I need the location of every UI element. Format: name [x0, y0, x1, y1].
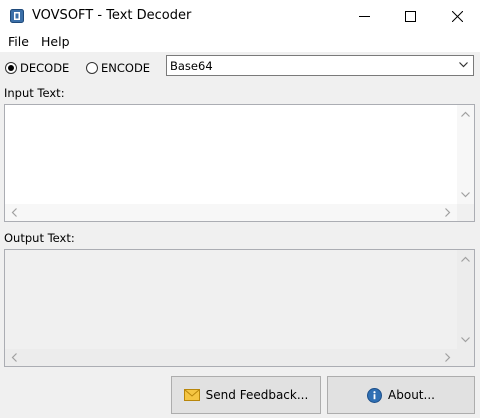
minimize-icon	[358, 15, 370, 17]
input-vertical-scrollbar[interactable]	[457, 105, 474, 204]
close-icon	[451, 10, 463, 22]
scroll-left-icon[interactable]	[11, 208, 17, 217]
scroll-corner	[457, 204, 474, 221]
scroll-up-icon[interactable]	[461, 111, 470, 117]
scroll-down-icon[interactable]	[461, 192, 470, 198]
menu-help[interactable]: Help	[39, 34, 72, 49]
scroll-left-icon[interactable]	[11, 353, 17, 362]
minimize-button[interactable]	[341, 0, 387, 32]
chevron-down-icon	[459, 62, 468, 68]
encode-radio[interactable]: ENCODE	[86, 60, 150, 76]
decode-radio-indicator[interactable]	[5, 62, 17, 74]
encoding-select[interactable]: Base64	[166, 55, 474, 76]
scroll-right-icon[interactable]	[445, 208, 451, 217]
decode-radio-label: DECODE	[20, 61, 70, 75]
encode-radio-label: ENCODE	[101, 61, 151, 75]
scroll-right-icon[interactable]	[445, 353, 451, 362]
close-button[interactable]	[434, 0, 480, 32]
decode-radio[interactable]: DECODE	[5, 60, 69, 76]
mail-icon	[183, 389, 200, 401]
window-title: VOVSOFT - Text Decoder	[32, 8, 192, 23]
input-horizontal-scrollbar[interactable]	[5, 204, 457, 221]
about-label: About...	[388, 388, 435, 402]
send-feedback-button[interactable]: Send Feedback...	[171, 376, 321, 414]
title-bar[interactable]: VOVSOFT - Text Decoder	[0, 0, 480, 32]
app-icon	[10, 9, 24, 23]
scroll-up-icon[interactable]	[461, 256, 470, 262]
output-textarea[interactable]	[4, 249, 475, 367]
encoding-select-value: Base64	[170, 59, 213, 73]
input-text-label: Input Text:	[4, 86, 65, 100]
maximize-button[interactable]	[387, 0, 433, 32]
menu-bar: File Help	[0, 32, 480, 52]
output-horizontal-scrollbar[interactable]	[5, 349, 457, 366]
info-icon	[367, 387, 383, 403]
maximize-icon	[404, 10, 416, 22]
send-feedback-label: Send Feedback...	[205, 388, 309, 402]
about-button[interactable]: About...	[327, 376, 475, 414]
scroll-corner	[457, 349, 474, 366]
output-vertical-scrollbar[interactable]	[457, 250, 474, 349]
input-textarea[interactable]	[4, 104, 475, 222]
scroll-down-icon[interactable]	[461, 337, 470, 343]
output-text-label: Output Text:	[4, 231, 75, 245]
menu-file[interactable]: File	[6, 34, 31, 49]
encode-radio-indicator[interactable]	[86, 62, 98, 74]
